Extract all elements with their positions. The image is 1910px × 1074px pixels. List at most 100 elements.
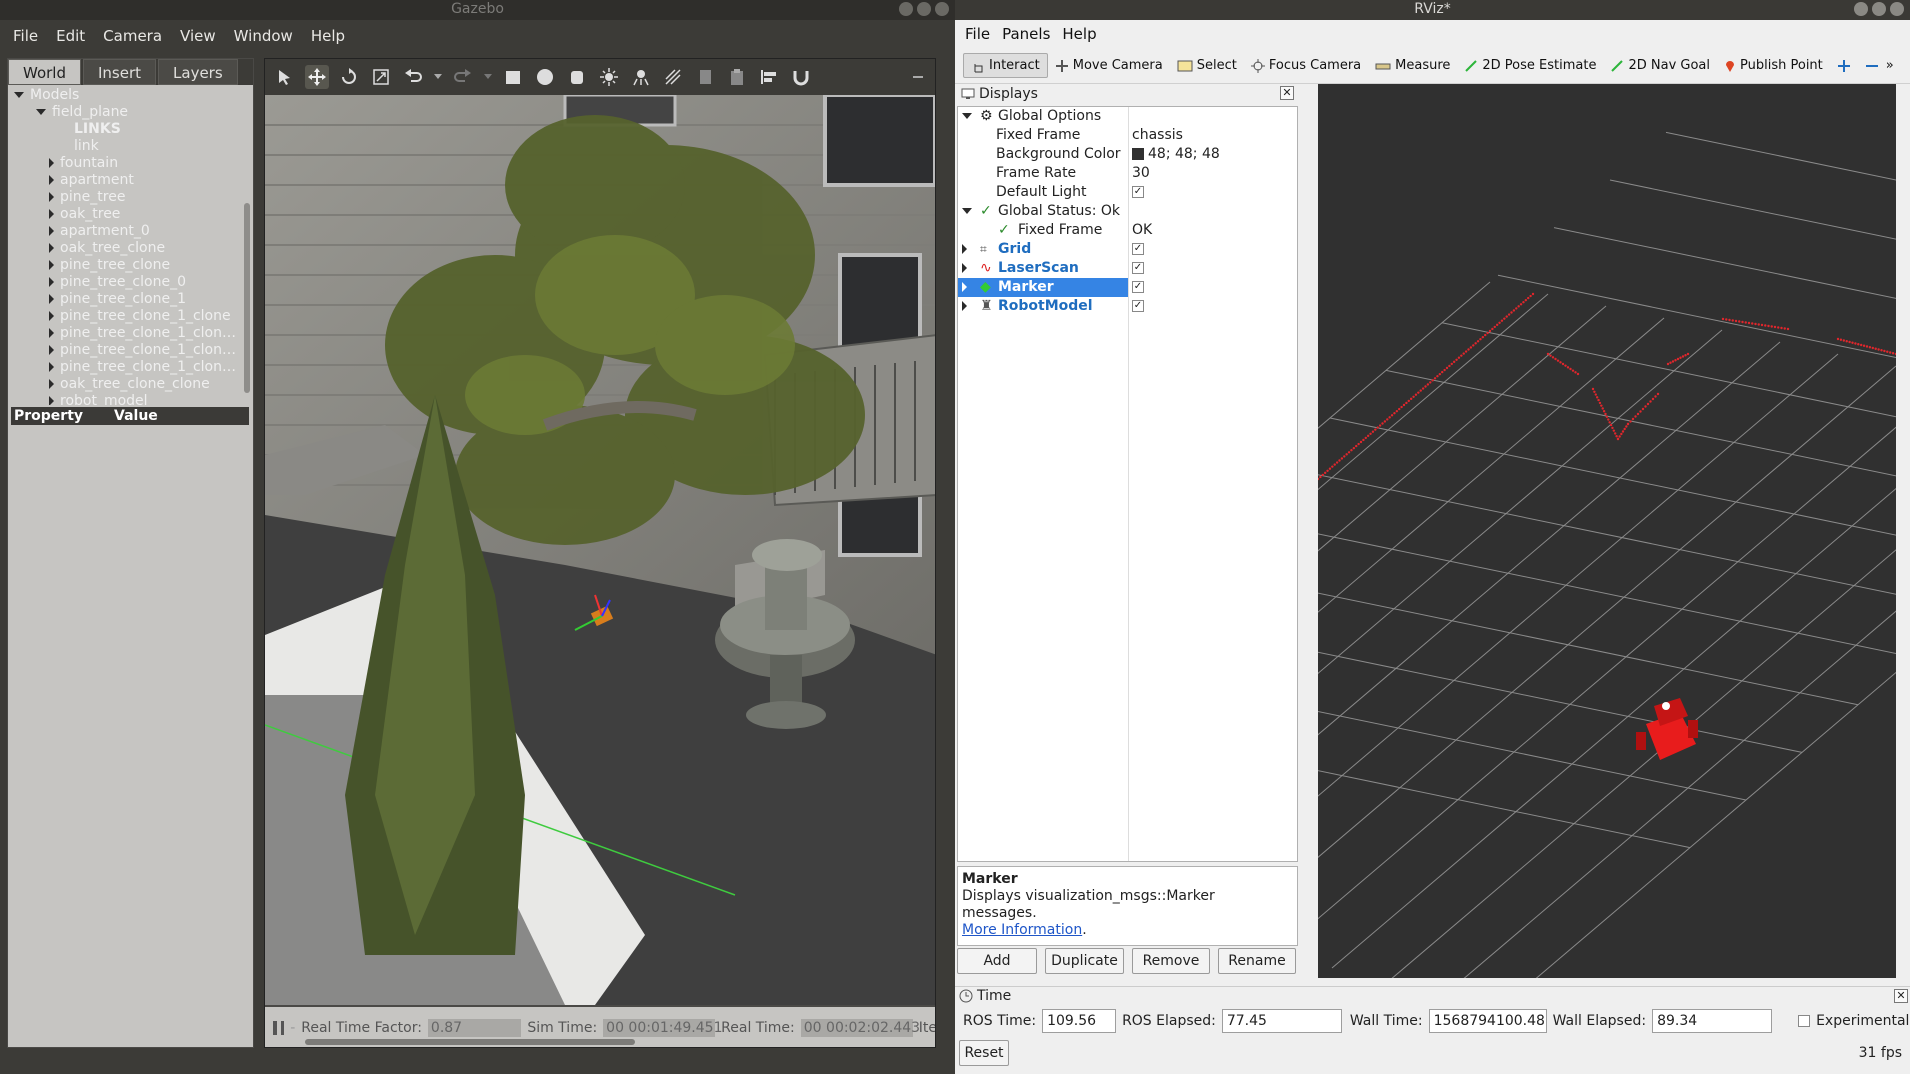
remove-button[interactable]: Remove (1132, 948, 1210, 974)
add-tool-button[interactable] (1830, 55, 1858, 77)
tree-model-item[interactable]: pine_tree_clone_1_clon… (8, 359, 253, 376)
more-information-link[interactable]: More Information (962, 922, 1082, 938)
display-marker[interactable]: ◆ Marker ✓ (958, 278, 1297, 297)
snap-magnet-icon[interactable] (789, 65, 813, 89)
default-light-checkbox[interactable]: ✓ (1132, 186, 1144, 198)
menu-file[interactable]: File (959, 25, 996, 43)
robotmodel-checkbox[interactable]: ✓ (1132, 300, 1144, 312)
maximize-button[interactable] (1872, 2, 1886, 16)
select-arrow-icon[interactable] (273, 65, 297, 89)
expand-arrow-icon[interactable] (49, 175, 54, 185)
reset-button[interactable]: Reset (959, 1040, 1009, 1066)
align-icon[interactable] (757, 65, 781, 89)
copy-icon[interactable] (693, 65, 717, 89)
tree-model-item[interactable]: pine_tree_clone_1_clone (8, 308, 253, 325)
select-tool[interactable]: Select (1170, 54, 1244, 77)
rotate-icon[interactable] (337, 65, 361, 89)
tree-model-item[interactable]: pine_tree_clone_1_clon… (8, 325, 253, 342)
laserscan-checkbox[interactable]: ✓ (1132, 262, 1144, 274)
gazebo-viewport[interactable]: - Real Time Factor: 0.87 Sim Time: 00 00… (264, 58, 936, 1048)
expand-arrow-icon[interactable] (49, 362, 54, 372)
sphere-shape-icon[interactable] (533, 65, 557, 89)
expand-arrow-icon[interactable] (36, 109, 46, 115)
tree-model-item[interactable]: oak_tree_clone (8, 240, 253, 257)
frame-rate-row[interactable]: Frame Rate 30 (958, 164, 1297, 183)
expand-arrow-icon[interactable] (49, 192, 54, 202)
experimental-checkbox[interactable] (1798, 1015, 1811, 1027)
menu-edit[interactable]: Edit (47, 27, 94, 45)
translate-icon[interactable] (305, 65, 329, 89)
expand-arrow-icon[interactable] (49, 209, 54, 219)
maximize-button[interactable] (917, 2, 931, 16)
tree-model-item[interactable]: pine_tree_clone_1 (8, 291, 253, 308)
scale-icon[interactable] (369, 65, 393, 89)
tree-model-item[interactable]: oak_tree_clone_clone (8, 376, 253, 393)
tree-model-item[interactable]: apartment (8, 172, 253, 189)
tree-model-item[interactable]: apartment_0 (8, 223, 253, 240)
publish-point-tool[interactable]: Publish Point (1717, 54, 1830, 77)
menu-help[interactable]: Help (302, 27, 354, 45)
expand-arrow-icon[interactable] (49, 345, 54, 355)
ros-elapsed-field[interactable]: 77.45 (1221, 1009, 1342, 1033)
nav-goal-tool[interactable]: 2D Nav Goal (1603, 54, 1717, 77)
tab-layers[interactable]: Layers (158, 59, 238, 85)
redo-dropdown-icon[interactable] (483, 65, 493, 89)
tree-model-item[interactable]: robot_model (8, 393, 253, 405)
tree-model-item[interactable]: pine_tree_clone (8, 257, 253, 274)
tree-model-item[interactable]: pine_tree_clone_1_clon… (8, 342, 253, 359)
spot-light-icon[interactable] (629, 65, 653, 89)
menu-file[interactable]: File (4, 27, 47, 45)
fixed-frame-row[interactable]: Fixed Frame chassis (958, 126, 1297, 145)
global-status-row[interactable]: ✓ Global Status: Ok (958, 202, 1297, 221)
close-button[interactable] (1890, 2, 1904, 16)
global-options-row[interactable]: ⚙ Global Options (958, 107, 1297, 126)
display-robotmodel[interactable]: ♜ RobotModel ✓ (958, 297, 1297, 316)
status-fixed-frame-row[interactable]: ✓ Fixed Frame OK (958, 221, 1297, 240)
expand-arrow-icon[interactable] (49, 379, 54, 389)
menu-help[interactable]: Help (1056, 25, 1102, 43)
directional-light-icon[interactable] (661, 65, 685, 89)
pose-estimate-tool[interactable]: 2D Pose Estimate (1457, 54, 1603, 77)
pause-icon[interactable] (271, 1019, 285, 1037)
expand-arrow-icon[interactable] (49, 158, 54, 168)
cylinder-shape-icon[interactable] (565, 65, 589, 89)
rename-button[interactable]: Rename (1218, 948, 1296, 974)
grid-checkbox[interactable]: ✓ (1132, 243, 1144, 255)
paste-icon[interactable] (725, 65, 749, 89)
add-button[interactable]: Add (957, 948, 1037, 974)
duplicate-button[interactable]: Duplicate (1045, 948, 1124, 974)
redo-icon[interactable] (451, 65, 475, 89)
expand-arrow-icon[interactable] (14, 92, 24, 98)
menu-panels[interactable]: Panels (996, 25, 1056, 43)
tree-model-item[interactable]: oak_tree (8, 206, 253, 223)
marker-checkbox[interactable]: ✓ (1132, 281, 1144, 293)
close-panel-button[interactable]: ✕ (1280, 86, 1294, 100)
status-scrollbar[interactable] (305, 1039, 635, 1045)
expand-arrow-icon[interactable] (49, 396, 54, 405)
rviz-3d-view[interactable] (1318, 84, 1896, 978)
gazebo-3d-scene[interactable] (265, 95, 935, 1005)
undo-icon[interactable] (401, 65, 425, 89)
tab-insert[interactable]: Insert (83, 59, 157, 85)
move-camera-tool[interactable]: Move Camera (1048, 54, 1170, 77)
measure-tool[interactable]: Measure (1368, 54, 1457, 77)
toolbar-overflow-icon[interactable] (907, 65, 931, 89)
menu-view[interactable]: View (171, 27, 225, 45)
tree-model-item[interactable]: pine_tree (8, 189, 253, 206)
expand-arrow-icon[interactable] (49, 311, 54, 321)
tree-model-item[interactable]: pine_tree_clone_0 (8, 274, 253, 291)
point-light-icon[interactable] (597, 65, 621, 89)
display-grid[interactable]: ⌗ Grid ✓ (958, 240, 1297, 259)
expand-arrow-icon[interactable] (49, 277, 54, 287)
toolbar-overflow[interactable]: » (1886, 58, 1894, 73)
ros-time-field[interactable]: 109.56 (1042, 1009, 1117, 1033)
tree-field-plane[interactable]: field_plane (8, 104, 253, 121)
menu-camera[interactable]: Camera (94, 27, 171, 45)
wall-time-field[interactable]: 1568794100.48 (1428, 1009, 1547, 1033)
menu-window[interactable]: Window (225, 27, 302, 45)
minimize-button[interactable] (899, 2, 913, 16)
expand-arrow-icon[interactable] (49, 328, 54, 338)
display-laserscan[interactable]: ∿ LaserScan ✓ (958, 259, 1297, 278)
focus-camera-tool[interactable]: Focus Camera (1244, 54, 1368, 77)
tree-scrollbar[interactable] (244, 203, 250, 393)
